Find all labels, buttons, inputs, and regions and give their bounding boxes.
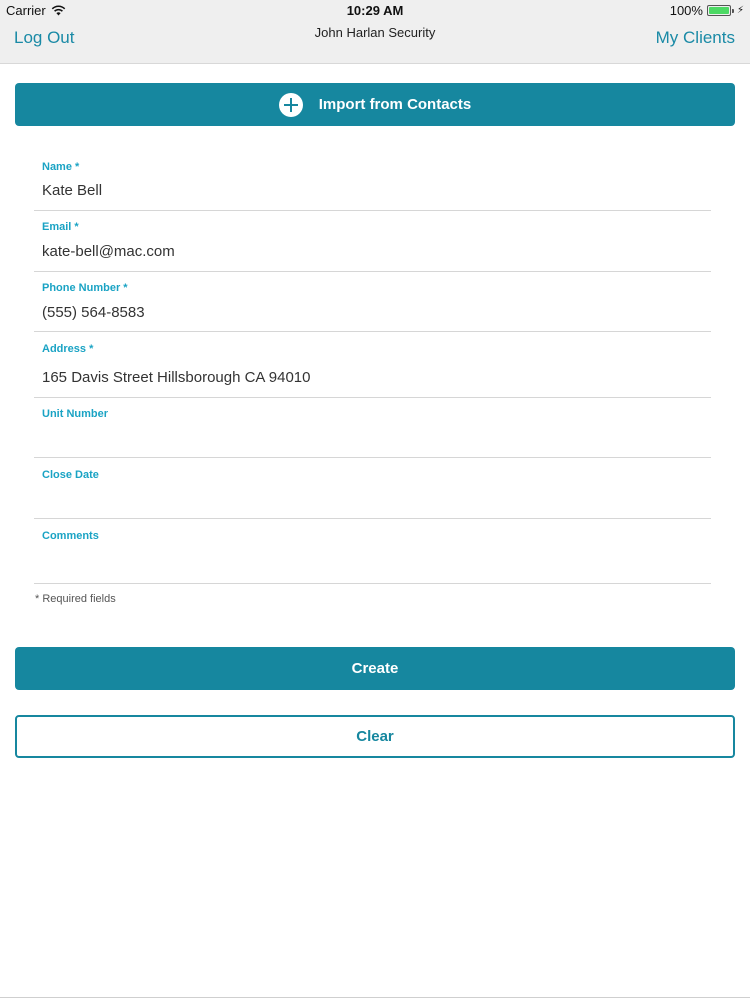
address-label: Address * (42, 343, 94, 355)
close-date-field[interactable]: Close Date (34, 458, 711, 519)
bottom-divider (0, 997, 750, 998)
comments-field[interactable]: Comments (34, 519, 711, 584)
unit-number-label: Unit Number (42, 408, 108, 420)
name-label: Name * (42, 161, 80, 173)
phone-number-value[interactable]: (555) 564-8583 (42, 304, 145, 321)
name-field[interactable]: Name * Kate Bell (34, 150, 711, 211)
unit-number-field[interactable]: Unit Number (34, 398, 711, 458)
email-field[interactable]: Email * kate-bell@mac.com (34, 211, 711, 272)
phone-number-label: Phone Number * (42, 282, 128, 294)
required-fields-note: * Required fields (35, 593, 116, 605)
address-value[interactable]: 165 Davis Street Hillsborough CA 94010 (42, 369, 311, 386)
battery-percentage: 100% (669, 3, 703, 18)
phone-number-field[interactable]: Phone Number * (555) 564-8583 (34, 272, 711, 332)
plus-circle-icon (278, 92, 303, 117)
create-button[interactable]: Create (15, 647, 735, 690)
charging-bolt-icon: ⚡ (736, 5, 744, 16)
status-right: 100% ⚡ (670, 3, 744, 18)
status-time: 10:29 AM (346, 3, 404, 18)
battery-icon (706, 5, 734, 16)
comments-label: Comments (42, 530, 99, 542)
plus-icon (283, 97, 298, 112)
email-label: Email * (42, 221, 79, 233)
battery-tip (731, 9, 734, 13)
my-clients-button[interactable]: My Clients (656, 28, 735, 48)
clear-button[interactable]: Clear (15, 715, 735, 758)
close-date-label: Close Date (42, 469, 99, 481)
address-field[interactable]: Address * 165 Davis Street Hillsborough … (34, 332, 711, 398)
import-from-contacts-button[interactable]: Import from Contacts (15, 83, 735, 126)
import-from-contacts-label: Import from Contacts (318, 96, 472, 113)
email-value[interactable]: kate-bell@mac.com (42, 243, 175, 260)
name-value[interactable]: Kate Bell (42, 182, 102, 199)
nav-title: John Harlan Security (314, 25, 436, 40)
navigation-bar: Log Out John Harlan Security My Clients (0, 20, 750, 64)
status-bar: Carrier 10:29 AM 100% ⚡ (0, 0, 750, 20)
battery-level (708, 7, 729, 14)
